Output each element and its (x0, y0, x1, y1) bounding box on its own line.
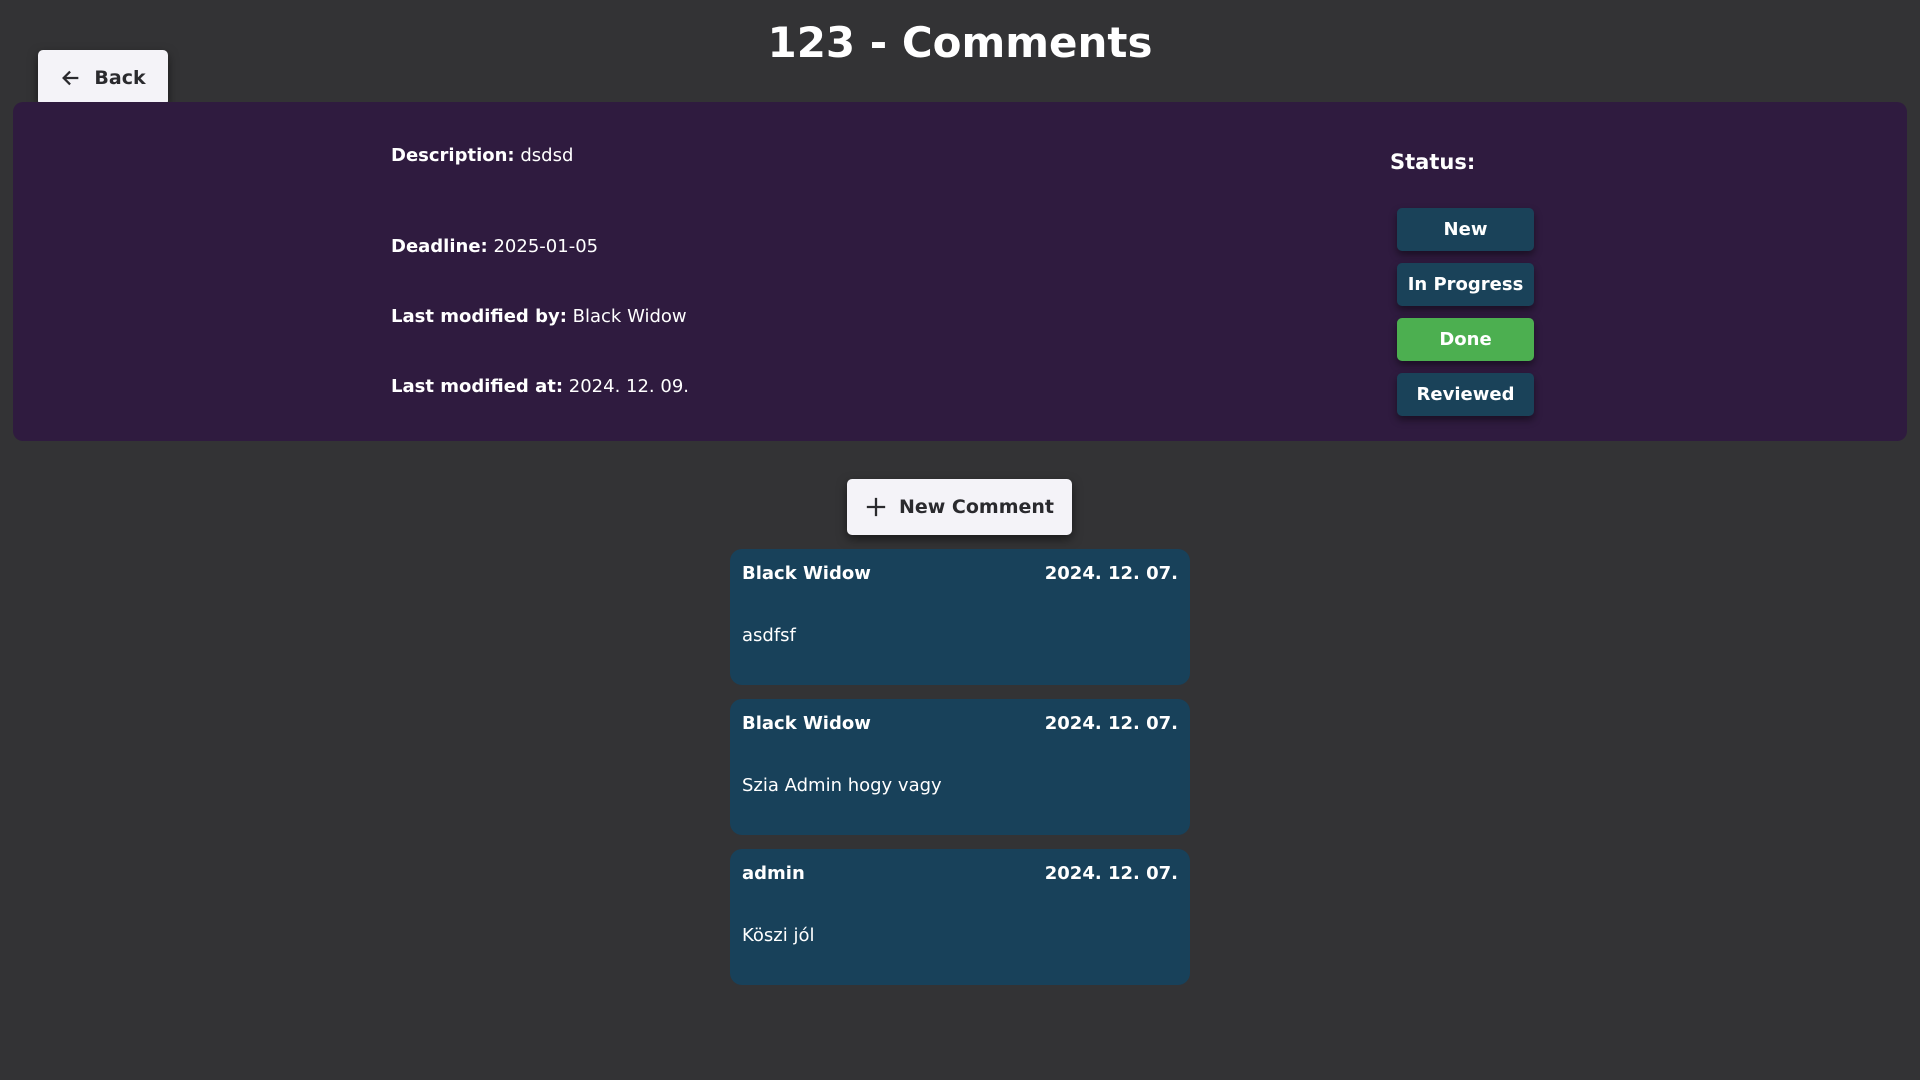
status-label: Status: (1390, 150, 1476, 174)
deadline-field: Deadline: 2025-01-05 (391, 236, 598, 257)
comment-date: 2024. 12. 07. (1044, 563, 1178, 584)
task-details-panel: Description: dsdsd Deadline: 2025-01-05 … (13, 102, 1907, 441)
description-value: dsdsd (520, 145, 574, 166)
back-button[interactable]: Back (38, 50, 168, 106)
comment-date: 2024. 12. 07. (1044, 863, 1178, 884)
comment-date: 2024. 12. 07. (1044, 713, 1178, 734)
status-new-button[interactable]: New (1397, 208, 1534, 251)
comment-text: asdfsf (742, 625, 796, 646)
modified-at-value: 2024. 12. 09. (568, 376, 689, 397)
status-reviewed-button[interactable]: Reviewed (1397, 373, 1534, 416)
back-label: Back (94, 67, 146, 89)
deadline-value: 2025-01-05 (493, 236, 599, 257)
deadline-label: Deadline: (391, 236, 488, 257)
new-comment-button[interactable]: New Comment (847, 479, 1072, 535)
modified-at-field: Last modified at: 2024. 12. 09. (391, 376, 689, 397)
modified-by-value: Black Widow (572, 306, 687, 327)
comment-card: Black Widow 2024. 12. 07. Szia Admin hogy… (730, 699, 1190, 835)
comment-text: Köszi jól (742, 925, 815, 946)
description-label: Description: (391, 145, 515, 166)
modified-by-field: Last modified by: Black Widow (391, 306, 687, 327)
page-title: 123 - Comments (767, 18, 1153, 67)
comment-author: Black Widow (742, 713, 871, 734)
status-done-button[interactable]: Done (1397, 318, 1534, 361)
comment-author: admin (742, 863, 805, 884)
arrow-left-icon (62, 70, 79, 86)
status-in-progress-button[interactable]: In Progress (1397, 263, 1534, 306)
comment-card: admin 2024. 12. 07. Köszi jól (730, 849, 1190, 985)
modified-by-label: Last modified by: (391, 306, 567, 327)
new-comment-label: New Comment (898, 496, 1055, 518)
plus-icon (866, 497, 886, 517)
comment-card: Black Widow 2024. 12. 07. asdfsf (730, 549, 1190, 685)
comment-text: Szia Admin hogy vagy (742, 775, 942, 796)
description-field: Description: dsdsd (391, 145, 573, 166)
comment-author: Black Widow (742, 563, 871, 584)
modified-at-label: Last modified at: (391, 376, 564, 397)
